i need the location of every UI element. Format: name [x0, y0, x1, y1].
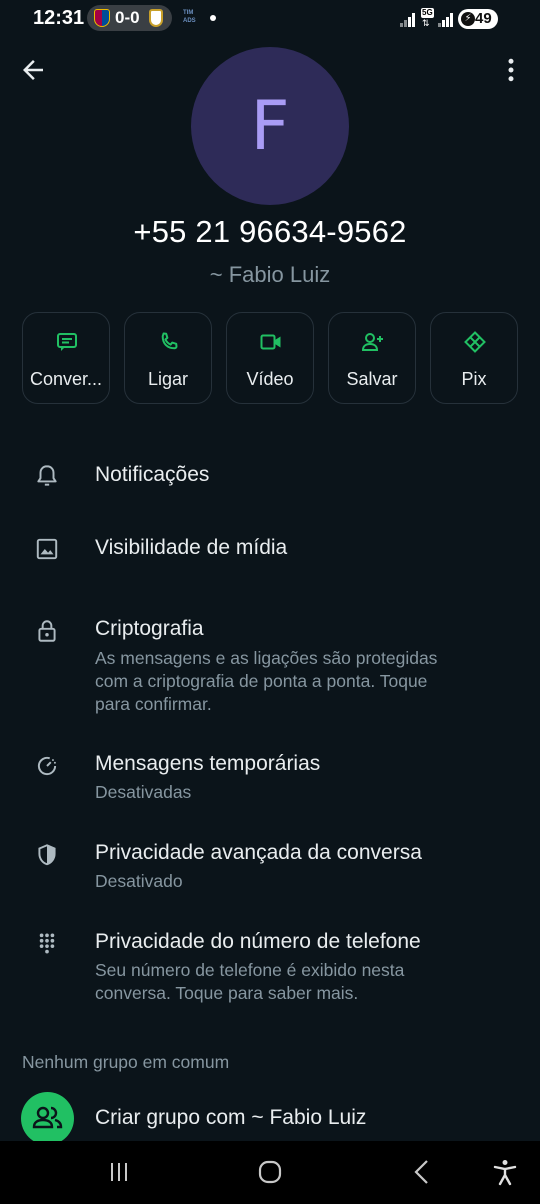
carrier-label: TIM ADS	[183, 9, 196, 25]
video-button[interactable]: Vídeo	[226, 312, 314, 404]
groups-in-common-label: Nenhum grupo em comum	[22, 1052, 230, 1072]
contact-push-name: ~ Fabio Luiz	[209, 262, 331, 287]
image-icon	[36, 538, 58, 560]
bell-icon	[37, 465, 57, 486]
notification-dot-icon	[210, 15, 216, 21]
create-group-label[interactable]: Criar grupo com ~ Fabio Luiz	[95, 1106, 366, 1130]
status-time: 12:31	[33, 7, 85, 29]
notifications-title: Notificações	[95, 463, 210, 486]
contact-avatar[interactable]: F	[191, 47, 349, 205]
disappearing-messages-title: Mensagens temporárias	[95, 752, 321, 775]
shield-icon	[38, 844, 56, 866]
lock-icon	[38, 620, 56, 642]
quick-actions: Conver... Ligar Vídeo Salvar Pix	[22, 312, 518, 406]
charging-icon: ⚡	[461, 12, 475, 26]
message-button[interactable]: Conver...	[22, 312, 110, 404]
encryption-description-line: As mensagens e as ligações são protegida…	[95, 648, 438, 668]
carrier-line-2: ADS	[183, 18, 196, 24]
encryption-description: As mensagens e as ligações são protegida…	[95, 647, 495, 716]
contact-phone-number: +55 21 96634-9562	[133, 214, 407, 249]
save-contact-button[interactable]: Salvar	[328, 312, 416, 404]
carrier-line-1: TIM	[183, 10, 194, 16]
more-vertical-icon	[508, 58, 514, 82]
encryption-description-line: com a criptografia de ponta a ponta. Toq…	[95, 671, 428, 691]
save-contact-button-label: Salvar	[346, 369, 398, 389]
call-button[interactable]: Ligar	[124, 312, 212, 404]
group-icon	[32, 1106, 63, 1129]
advanced-privacy-row[interactable]: Privacidade avançada da conversa Desativ…	[0, 836, 540, 896]
notifications-row[interactable]: Notificações	[0, 455, 540, 499]
pix-button-label: Pix	[461, 369, 487, 389]
timer-icon	[37, 756, 57, 776]
encryption-row[interactable]: Criptografia As mensagens e as ligações …	[0, 612, 540, 718]
pix-button[interactable]: Pix	[430, 312, 518, 404]
phone-privacy-description: Seu número de telefone é exibido nesta c…	[95, 959, 495, 1005]
signal-icon	[400, 11, 416, 27]
more-options-button[interactable]	[496, 55, 526, 85]
back-nav-icon[interactable]	[407, 1157, 437, 1187]
phone-icon	[161, 332, 178, 350]
call-button-label: Ligar	[147, 369, 189, 389]
signal-icon	[438, 11, 454, 27]
add-contact-icon	[361, 333, 383, 351]
recent-apps-icon[interactable]	[104, 1157, 134, 1187]
message-button-label: Conver...	[29, 369, 103, 389]
live-score-pill[interactable]: 0-0	[87, 5, 172, 31]
encryption-description-line: para confirmar.	[95, 694, 212, 714]
encryption-title: Criptografia	[95, 617, 204, 640]
system-navigation-bar	[0, 1141, 540, 1204]
data-arrows-icon: ⇅	[422, 18, 430, 28]
dialpad-icon	[39, 933, 55, 954]
advanced-privacy-status: Desativado	[95, 871, 183, 891]
disappearing-messages-row[interactable]: Mensagens temporárias Desativadas	[0, 747, 540, 807]
message-icon	[57, 333, 77, 351]
phone-privacy-description-line: Seu número de telefone é exibido nesta	[95, 960, 405, 980]
media-visibility-title: Visibilidade de mídia	[95, 536, 288, 559]
disappearing-messages-status: Desativadas	[95, 782, 192, 802]
phone-privacy-title: Privacidade do número de telefone	[95, 930, 421, 953]
team-crest-icon	[94, 9, 110, 27]
back-button[interactable]	[18, 55, 48, 85]
media-visibility-row[interactable]: Visibilidade de mídia	[0, 528, 540, 572]
status-bar: 12:31 0-0 TIM ADS 5G ⇅ ⚡ 49	[0, 0, 540, 36]
pix-icon	[464, 331, 486, 353]
network-type: 5G	[421, 8, 434, 18]
accessibility-icon[interactable]	[490, 1157, 520, 1187]
video-button-label: Vídeo	[246, 369, 294, 389]
create-group-avatar[interactable]	[21, 1092, 74, 1145]
battery-indicator: ⚡ 49	[458, 9, 498, 29]
arrow-left-icon	[23, 60, 43, 80]
phone-privacy-description-line: conversa. Toque para saber mais.	[95, 983, 359, 1003]
live-score: 0-0	[115, 8, 140, 27]
team-crest-icon	[149, 9, 163, 27]
battery-level: 49	[475, 10, 492, 27]
advanced-privacy-title: Privacidade avançada da conversa	[95, 841, 422, 864]
home-icon[interactable]	[255, 1157, 285, 1187]
avatar-initial: F	[250, 86, 290, 166]
status-icons: 5G ⇅ ⚡ 49	[400, 7, 510, 31]
video-icon	[260, 334, 281, 350]
phone-privacy-row[interactable]: Privacidade do número de telefone Seu nú…	[0, 925, 540, 1009]
